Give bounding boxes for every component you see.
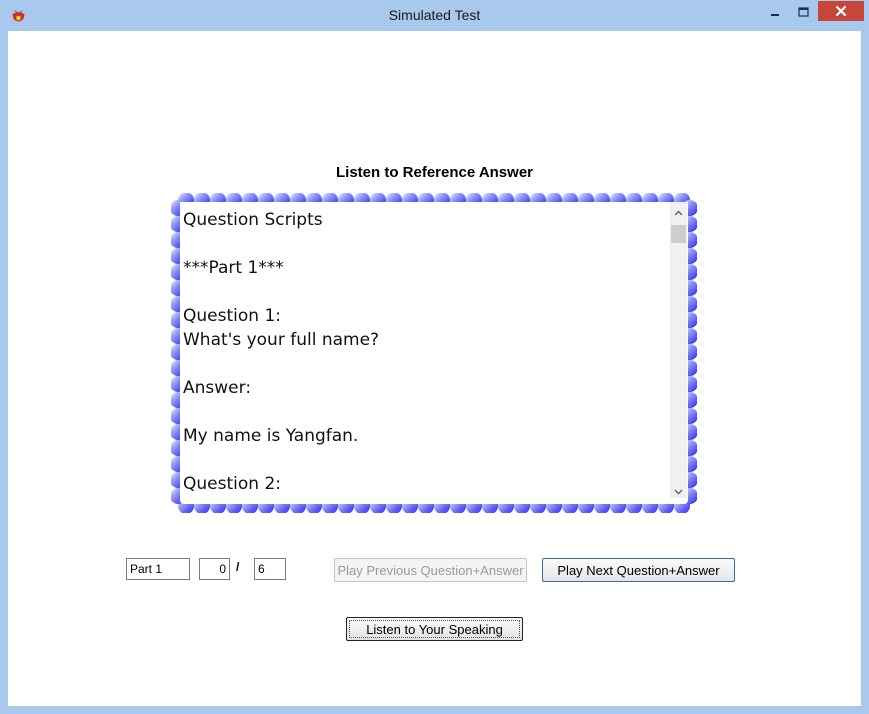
chevron-up-icon xyxy=(674,201,683,220)
current-question-field[interactable]: 0 xyxy=(199,558,230,580)
client-area: Listen to Reference Answer Question Scri… xyxy=(8,31,861,706)
app-window: Simulated Test Listen to Reference Answe… xyxy=(0,0,869,714)
maximize-button[interactable] xyxy=(790,1,816,21)
close-button[interactable] xyxy=(818,1,864,21)
chevron-down-icon xyxy=(674,480,683,499)
maximize-icon xyxy=(797,2,809,21)
part-field[interactable]: Part 1 xyxy=(126,558,190,580)
script-text: Question Scripts ***Part 1*** Question 1… xyxy=(183,210,380,494)
close-icon xyxy=(835,2,847,21)
scroll-thumb[interactable] xyxy=(671,225,686,243)
vertical-scrollbar[interactable] xyxy=(670,202,687,498)
play-previous-button[interactable]: Play Previous Question+Answer xyxy=(334,558,527,582)
listen-speaking-button[interactable]: Listen to Your Speaking xyxy=(346,617,523,641)
scroll-down-button[interactable] xyxy=(670,481,687,498)
page-heading: Listen to Reference Answer xyxy=(336,164,533,181)
total-questions-field[interactable]: 6 xyxy=(254,558,286,580)
question-separator: / xyxy=(236,560,240,574)
minimize-icon xyxy=(770,2,780,21)
window-title: Simulated Test xyxy=(388,7,481,23)
title-bar[interactable]: Simulated Test xyxy=(0,0,869,31)
scroll-up-button[interactable] xyxy=(670,202,687,219)
minimize-button[interactable] xyxy=(762,1,788,21)
play-next-button[interactable]: Play Next Question+Answer xyxy=(542,558,735,582)
script-text-area[interactable]: Question Scripts ***Part 1*** Question 1… xyxy=(180,202,688,498)
